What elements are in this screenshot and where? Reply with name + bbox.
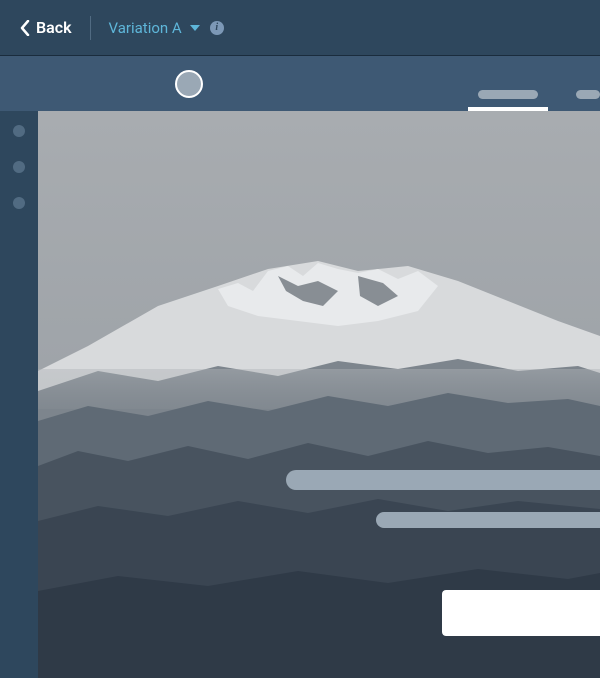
main-area (0, 111, 600, 678)
variation-label: Variation A (109, 19, 182, 37)
sub-bar (0, 56, 600, 111)
hero-headline-placeholder (286, 470, 600, 490)
rail-item-1[interactable] (13, 125, 25, 137)
hero-overlay (38, 111, 600, 678)
hero-cta-button[interactable] (442, 590, 600, 636)
preview-canvas (38, 111, 600, 678)
logo-circle (175, 70, 203, 98)
caret-down-icon (190, 25, 200, 31)
variation-dropdown[interactable]: Variation A (109, 19, 200, 37)
rail-item-2[interactable] (13, 161, 25, 173)
tab-2[interactable] (576, 90, 600, 111)
info-icon[interactable]: i (210, 21, 224, 35)
tabs (478, 90, 600, 111)
back-button[interactable]: Back (20, 18, 72, 37)
tab-placeholder (576, 90, 600, 99)
tab-1[interactable] (478, 90, 538, 111)
tab-placeholder (478, 90, 538, 99)
left-rail (0, 111, 38, 678)
vertical-divider (90, 16, 91, 40)
chevron-left-icon (20, 20, 30, 36)
hero-subtext-placeholder (376, 512, 600, 528)
top-bar: Back Variation A i (0, 0, 600, 56)
rail-item-3[interactable] (13, 197, 25, 209)
back-label: Back (36, 18, 72, 37)
